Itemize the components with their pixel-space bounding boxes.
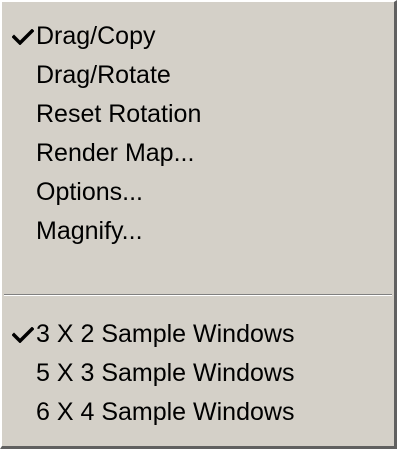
menu-item-label: Drag/Copy [36, 22, 156, 50]
menu-item-render-map[interactable]: Render Map... [2, 134, 394, 173]
menu-item-label: 6 X 4 Sample Windows [36, 398, 295, 426]
context-menu: Drag/Copy Drag/Rotate Reset Rotation Ren… [0, 0, 397, 449]
menu-item-label: Reset Rotation [36, 100, 202, 128]
check-mark-icon [12, 29, 34, 45]
menu-item-label: Render Map... [36, 139, 195, 167]
menu-item-drag-copy[interactable]: Drag/Copy [2, 17, 394, 56]
check-mark-icon [12, 327, 34, 343]
menu-item-label: 3 X 2 Sample Windows [36, 320, 295, 348]
menu-item-label: 5 X 3 Sample Windows [36, 359, 295, 387]
menu-item-5x3-sample-windows[interactable]: 5 X 3 Sample Windows [2, 354, 394, 393]
menu-item-drag-rotate[interactable]: Drag/Rotate [2, 56, 394, 95]
menu-item-label: Drag/Rotate [36, 61, 171, 89]
menu-item-options[interactable]: Options... [2, 173, 394, 212]
menu-separator [4, 294, 392, 296]
menu-item-label: Options... [36, 178, 143, 206]
menu-item-6x4-sample-windows[interactable]: 6 X 4 Sample Windows [2, 393, 394, 432]
menu-item-label: Magnify... [36, 217, 143, 245]
menu-item-3x2-sample-windows[interactable]: 3 X 2 Sample Windows [2, 315, 394, 354]
menu-item-reset-rotation[interactable]: Reset Rotation [2, 95, 394, 134]
menu-item-magnify[interactable]: Magnify... [2, 212, 394, 251]
